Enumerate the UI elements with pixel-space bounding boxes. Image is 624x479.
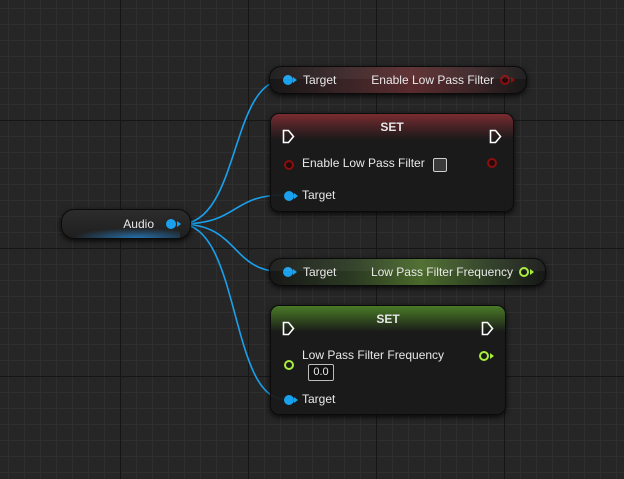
get-enable-output-arrow-icon — [511, 77, 515, 83]
set-low-pass-filter-frequency-node[interactable]: SET Low Pass Filter Frequency 0.0 Target — [270, 305, 506, 415]
enable-low-pass-filter-checkbox[interactable] — [433, 158, 447, 172]
get-enable-low-pass-filter-node[interactable]: Target Enable Low Pass Filter — [269, 66, 527, 94]
set-enable-header: SET — [271, 114, 513, 140]
get-low-pass-filter-frequency-node[interactable]: Target Low Pass Filter Frequency — [269, 258, 546, 286]
get-enable-output-pin[interactable] — [500, 75, 510, 85]
wire-audio-to-get-enable — [179, 79, 285, 225]
set-frequency-output-arrow-icon — [490, 353, 494, 359]
audio-output-arrow-icon — [177, 221, 181, 227]
set-frequency-input-pin[interactable] — [284, 360, 294, 370]
set-enable-target-pin[interactable] — [284, 191, 294, 201]
get-frequency-target-pin[interactable] — [283, 267, 293, 277]
audio-output-pin[interactable] — [166, 219, 176, 229]
set-enable-input-label: Enable Low Pass Filter — [302, 156, 425, 170]
set-enable-output-pin[interactable] — [487, 158, 497, 168]
audio-node-label: Audio — [123, 217, 154, 231]
exec-out-icon[interactable] — [489, 129, 502, 144]
set-frequency-title: SET — [376, 312, 400, 326]
wire-audio-to-get-frequency — [179, 223, 285, 273]
get-frequency-output-label: Low Pass Filter Frequency — [370, 265, 513, 279]
set-frequency-header: SET — [271, 306, 505, 332]
set-enable-target-arrow-icon — [294, 193, 298, 199]
set-frequency-input-label: Low Pass Filter Frequency — [302, 348, 445, 362]
set-enable-low-pass-filter-node[interactable]: SET Enable Low Pass Filter Target — [270, 113, 514, 212]
get-frequency-target-label: Target — [303, 265, 337, 279]
get-enable-target-arrow-icon — [293, 77, 297, 83]
wire-audio-to-set-frequency-target — [179, 223, 285, 400]
low-pass-filter-frequency-input[interactable]: 0.0 — [308, 364, 334, 381]
get-frequency-output-pin[interactable] — [519, 267, 529, 277]
set-enable-target-label: Target — [302, 188, 336, 202]
set-enable-input-pin[interactable] — [284, 160, 294, 170]
set-frequency-target-arrow-icon — [294, 397, 298, 403]
exec-in-icon[interactable] — [282, 321, 295, 336]
get-enable-target-label: Target — [303, 73, 337, 87]
exec-out-icon[interactable] — [481, 321, 494, 336]
set-enable-title: SET — [380, 120, 404, 134]
exec-in-icon[interactable] — [282, 129, 295, 144]
get-frequency-output-arrow-icon — [530, 269, 534, 275]
audio-variable-node[interactable]: Audio — [61, 209, 191, 239]
get-enable-target-pin[interactable] — [283, 75, 293, 85]
get-frequency-target-arrow-icon — [293, 269, 297, 275]
set-frequency-target-pin[interactable] — [284, 395, 294, 405]
set-frequency-target-label: Target — [302, 392, 336, 406]
get-enable-output-label: Enable Low Pass Filter — [371, 73, 494, 87]
set-frequency-output-pin[interactable] — [479, 351, 489, 361]
